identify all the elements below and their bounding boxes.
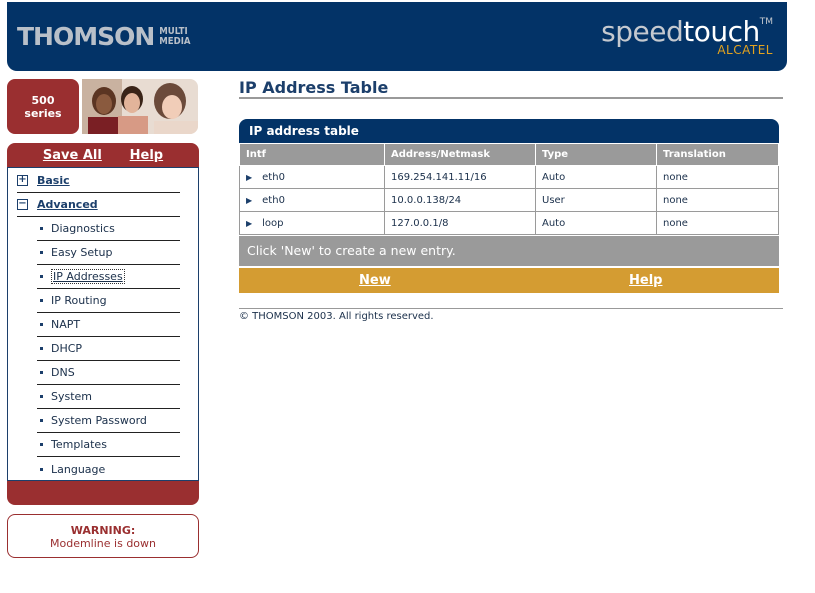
nav-section-label[interactable]: Advanced [37,198,98,211]
column-header-translation: Translation [656,143,779,166]
expand-arrow-icon[interactable]: ▶ [246,173,252,182]
warning-text: Modemline is down [50,537,156,550]
table-header-row: Intf Address/Netmask Type Translation [239,143,779,166]
bullet-icon [40,371,43,374]
table-row[interactable]: ▶ loop 127.0.0.1/8 Auto none [239,211,779,235]
bullet-icon [40,227,43,230]
ip-address-table: Intf Address/Netmask Type Translation ▶ e… [239,143,779,235]
sidebar-item-label: System [51,390,93,403]
thomson-wordmark: THOMSON [17,22,155,51]
trademark: TM [759,17,773,27]
bullet-icon [40,251,43,254]
sidebar-item-label: NAPT [51,318,81,331]
sidebar-item-dhcp[interactable]: DHCP [37,337,180,361]
page-title: IP Address Table [239,78,783,99]
cell-intf[interactable]: ▶ eth0 [239,165,385,189]
help-button[interactable]: Help [629,273,662,288]
cell-type: Auto [535,165,657,189]
sidebar-item-label: DNS [51,366,75,379]
copyright-notice: © THOMSON 2003. All rights reserved. [239,308,783,322]
bullet-icon [40,275,43,278]
header-banner: THOMSON MULTI MEDIA speedtouchTM ALCATEL [7,2,787,71]
column-header-address: Address/Netmask [384,143,536,166]
sidebar-item-label: IP Addresses [51,269,125,284]
action-bar: New Help [239,268,779,293]
sidebar-item-templates[interactable]: Templates [37,433,180,457]
cell-type: User [535,188,657,212]
save-all-link[interactable]: Save All [43,148,102,163]
sidebar-item-ip-routing[interactable]: IP Routing [37,289,180,313]
expand-arrow-icon[interactable]: ▶ [246,219,252,228]
bullet-icon [40,323,43,326]
sidebar-bottom-bar [7,481,199,505]
expand-arrow-icon[interactable]: ▶ [246,196,252,205]
cell-intf[interactable]: ▶ loop [239,211,385,235]
bullet-icon [40,395,43,398]
sidebar-item-napt[interactable]: NAPT [37,313,180,337]
cell-address: 10.0.0.138/24 [384,188,536,212]
table-row[interactable]: ▶ eth0 169.254.141.11/16 Auto none [239,165,779,189]
sidebar-item-label: DHCP [51,342,83,355]
column-header-intf: Intf [239,143,385,166]
sidebar-item-label: Diagnostics [51,222,115,235]
sidebar-item-dns[interactable]: DNS [37,361,180,385]
multimedia-wordmark: MULTI MEDIA [159,25,191,47]
sidebar-item-label: Easy Setup [51,246,113,259]
series-badge: 500 series [7,79,79,134]
series-label: series [24,106,62,120]
sidebar-item-label: IP Routing [51,294,107,307]
nav-section-basic[interactable]: + Basic [17,169,180,193]
nav-section-advanced[interactable]: − Advanced [17,193,180,217]
speedtouch-logo: speedtouchTM ALCATEL [601,15,773,57]
thomson-logo: THOMSON MULTI MEDIA [17,22,191,51]
people-photo-image [82,79,198,134]
new-entry-hint: Click 'New' to create a new entry. [239,236,779,266]
sidebar-item-diagnostics[interactable]: Diagnostics [37,217,180,241]
sidebar-help-link[interactable]: Help [130,148,163,163]
cell-address: 127.0.0.1/8 [384,211,536,235]
people-photo [82,79,198,134]
cell-translation: none [656,211,779,235]
panel-title: IP address table [239,119,779,143]
sidebar-item-language[interactable]: Language [37,457,180,481]
warning-box: WARNING: Modemline is down [7,514,199,558]
sidebar-item-ip-addresses[interactable]: IP Addresses [37,265,180,289]
sidebar-item-easy-setup[interactable]: Easy Setup [37,241,180,265]
bullet-icon [40,347,43,350]
bullet-icon [40,443,43,446]
cell-translation: none [656,188,779,212]
bullet-icon [40,467,43,471]
cell-address: 169.254.141.11/16 [384,165,536,189]
sidebar-item-system[interactable]: System [37,385,180,409]
nav-section-label[interactable]: Basic [37,174,70,187]
warning-title: WARNING: [70,524,136,537]
speed-wordmark: speed [601,15,684,48]
sidebar-item-system-password[interactable]: System Password [37,409,180,433]
sidebar-item-label: Templates [51,438,107,451]
collapse-icon[interactable]: − [17,199,28,210]
sidebar-nav: + Basic − Advanced Diagnostics Easy Setu… [7,167,199,481]
sidebar-top-bar: Save All Help [7,143,199,167]
cell-translation: none [656,165,779,189]
sidebar-item-label: System Password [51,414,147,427]
bullet-icon [40,419,43,422]
bullet-icon [40,299,43,302]
expand-icon[interactable]: + [17,175,28,186]
table-row[interactable]: ▶ eth0 10.0.0.138/24 User none [239,188,779,212]
cell-type: Auto [535,211,657,235]
column-header-type: Type [535,143,657,166]
series-number: 500 [31,93,55,107]
new-button[interactable]: New [359,273,391,288]
cell-intf[interactable]: ▶ eth0 [239,188,385,212]
sidebar-item-label: Language [51,462,106,476]
